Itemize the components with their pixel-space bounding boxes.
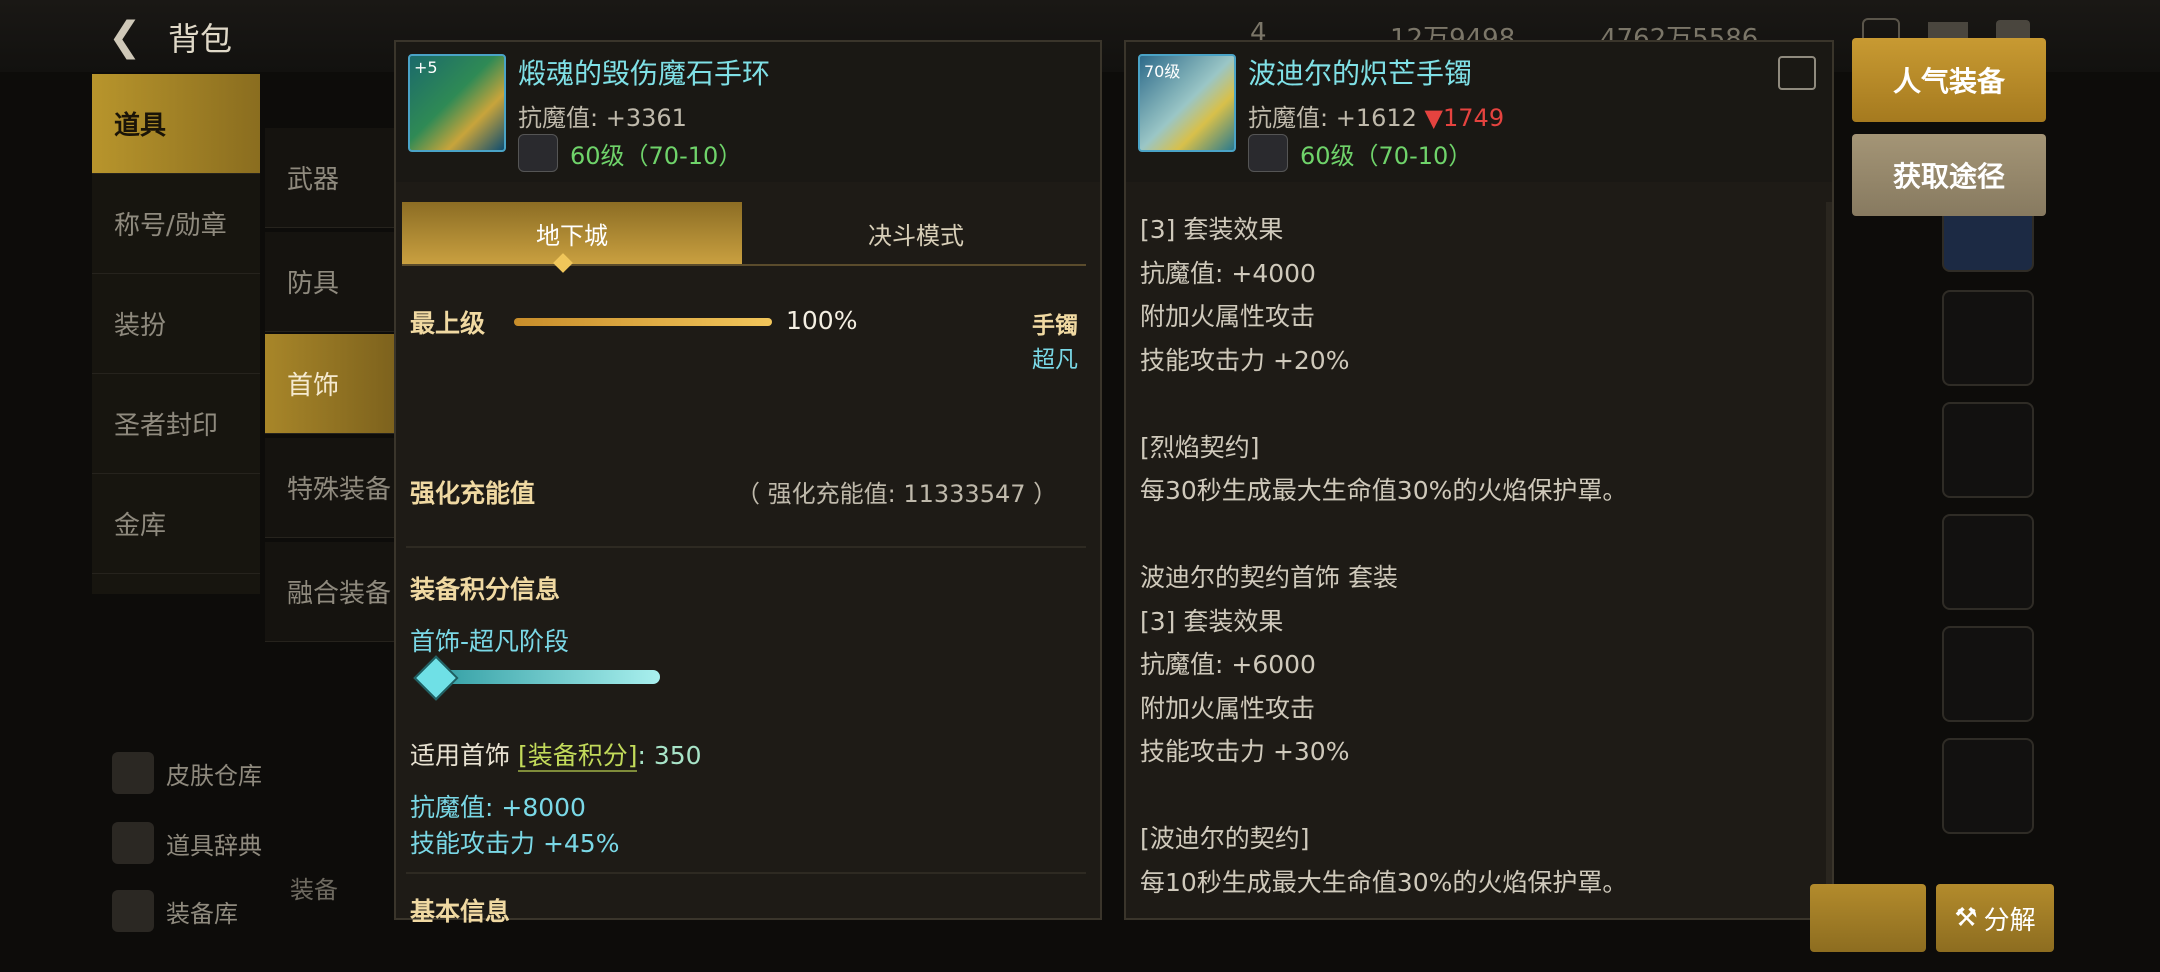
nav-item-seal[interactable]: 圣者封印 (92, 374, 260, 474)
tab-dungeon[interactable]: 地下城 (402, 202, 742, 264)
gem-icon (518, 134, 558, 172)
decompose-button[interactable]: ⚒ 分解 (1936, 884, 2054, 952)
item-name: 波迪尔的炽芒手镯 (1248, 57, 1473, 90)
grade-label: 最上级 (410, 309, 486, 338)
set-effect-text: [3] 套装效果 抗魔值: +4000 附加火属性攻击 技能攻击力 +20% [… (1140, 208, 1810, 904)
enhance-label: 强化充能值 (410, 479, 536, 508)
text-line: 每10秒生成最大生命值30%的火焰保护罩。 (1140, 867, 1628, 897)
mode-tabs: 地下城 决斗模式 (402, 202, 1086, 264)
score-progress-bar (424, 670, 660, 684)
subnav-accessory[interactable]: 首饰 (265, 334, 395, 434)
bonus-skill: 技能攻击力 +45% (410, 829, 620, 858)
text-line: 抗魔值: +6000 (1140, 650, 1316, 679)
score-link[interactable]: [装备积分] (517, 741, 638, 772)
score-line: 适用首饰 [装备积分]: 350 (410, 741, 702, 772)
item-level: 60级（70-10） (570, 142, 743, 170)
skin-icon (112, 752, 154, 794)
bonus-resist: 抗魔值: +8000 (410, 793, 586, 822)
subnav-weapon[interactable]: 武器 (265, 128, 395, 228)
nav-item-props[interactable]: 道具 (92, 74, 260, 174)
armory-button[interactable]: 装备库 (112, 890, 238, 932)
acquire-source-button[interactable]: 获取途径 (1852, 134, 2046, 216)
scrollbar[interactable] (1826, 202, 1832, 902)
item-level: 60级（70-10） (1300, 142, 1473, 170)
basic-info-title: 基本信息 (410, 897, 511, 926)
inventory-slot[interactable] (1942, 626, 2034, 722)
divider (406, 872, 1086, 874)
text-line: 抗魔值: +4000 (1140, 258, 1316, 288)
gem-icon (1248, 134, 1288, 172)
equipped-item-panel: +5 煅魂的毁伤魔石手环 抗魔值: +3361 60级（70-10） 地下城 决… (394, 40, 1102, 926)
text-line (1140, 513, 1810, 557)
score-gem-icon (413, 655, 459, 701)
inventory-slot[interactable] (1942, 514, 2034, 610)
item-resist: 抗魔值: +3361 (518, 104, 687, 132)
slot-type: 手镯 (1032, 313, 1078, 339)
divider (406, 546, 1086, 548)
text-line: 附加火属性攻击 (1140, 302, 1316, 331)
popular-equipment-button[interactable]: 人气装备 (1852, 38, 2046, 122)
page-title: 背包 (168, 20, 233, 58)
score-stage: 首饰-超凡阶段 (410, 627, 570, 656)
subnav-fusion[interactable]: 融合装备 (265, 542, 395, 642)
nav-item-titles[interactable]: 称号/勋章 (92, 174, 260, 274)
text-line: [烈焰契约] (1140, 432, 1260, 462)
dictionary-icon (112, 822, 154, 864)
resist-diff: ▼1749 (1424, 104, 1505, 132)
subnav-special[interactable]: 特殊装备 (265, 438, 395, 538)
text-line: 技能攻击力 +20% (1140, 345, 1350, 375)
text-line (1140, 382, 1810, 426)
grade-bar-fill (514, 318, 772, 326)
text-line: 每30秒生成最大生命值30%的火焰保护罩。 (1140, 476, 1628, 505)
item-name: 煅魂的毁伤魔石手环 (518, 57, 771, 90)
armory-icon (112, 890, 154, 932)
text-line: [3] 套装效果 (1140, 606, 1284, 636)
text-line: 波迪尔的契约首饰 套装 (1140, 563, 1398, 592)
skin-storage-button[interactable]: 皮肤仓库 (112, 752, 262, 794)
item-resist: 抗魔值: +1612 ▼1749 (1248, 104, 1505, 132)
item-icon: 70级 (1138, 54, 1236, 152)
decompose-icon: ⚒ (1954, 903, 1978, 933)
enhance-value: （ 强化充能值: 11333547 ） (736, 480, 1058, 508)
grade-percent: 100% (786, 306, 858, 335)
rarity-label: 超凡 (1032, 347, 1078, 373)
action-button[interactable] (1810, 884, 1926, 952)
share-icon[interactable] (1778, 56, 1816, 90)
item-icon: +5 (408, 54, 506, 152)
compare-item-panel: 70级 波迪尔的炽芒手镯 抗魔值: +1612 ▼1749 60级（70-10）… (1124, 40, 1834, 920)
text-line: [3] 套装效果 (1140, 215, 1284, 244)
inventory-slot[interactable] (1942, 290, 2034, 386)
tab-divider (402, 264, 1086, 266)
inventory-slot[interactable] (1942, 402, 2034, 498)
tab-duel[interactable]: 决斗模式 (746, 202, 1086, 264)
text-line: [波迪尔的契约] (1140, 824, 1310, 853)
score-title: 装备积分信息 (410, 575, 561, 604)
nav-item-vault[interactable]: 金库 (92, 474, 260, 574)
back-arrow-icon[interactable]: ❮ (108, 14, 142, 60)
text-line (1140, 774, 1810, 818)
text-line: 技能攻击力 +30% (1140, 737, 1350, 766)
equipment-label: 装备 (290, 876, 338, 904)
score-progress-fill (424, 670, 660, 684)
nav-item-costume[interactable]: 装扮 (92, 274, 260, 374)
grade-bar (514, 318, 772, 326)
text-line: 附加火属性攻击 (1140, 693, 1316, 723)
inventory-slot[interactable] (1942, 738, 2034, 834)
subnav-armor[interactable]: 防具 (265, 232, 395, 332)
item-dictionary-button[interactable]: 道具辞典 (112, 822, 262, 864)
